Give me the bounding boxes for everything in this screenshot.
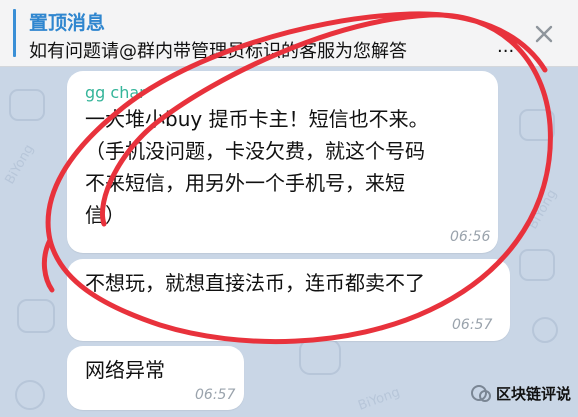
message-text-line: 一大堆小buy 提币卡主！短信也不来。 [85,107,429,131]
message-time: 06:57 [452,317,493,333]
message-text: 网络异常 [85,358,165,382]
svg-text:BiYong: BiYong [356,385,402,414]
message-time: 06:57 [195,387,236,403]
message-text: 不想玩，就想直接法币，连币都卖不了 [85,271,425,295]
pinned-message-bar[interactable]: 置顶消息 如有问题请@群内带管理员标识的客服为您解答 ... [0,0,578,67]
message-text-line: 不来短信，用另外一个手机号，来短 [85,171,405,195]
message-text-line: （手机没问题，卡没欠费，就这个号码 [85,139,425,163]
message-bubble[interactable]: 不想玩，就想直接法币，连币都卖不了 06:57 [67,259,510,341]
pinned-title: 置顶消息 [29,12,106,34]
wechat-channel-icon [471,385,491,402]
message-bubble[interactable]: gg char 一大堆小buy 提币卡主！短信也不来。 （手机没问题，卡没欠费，… [67,71,498,253]
message-text-line: 信） [85,203,125,227]
message-bubble[interactable]: 网络异常 06:57 [67,346,244,410]
pinned-accent-line [13,9,16,57]
pinned-ellipsis: ... [497,36,515,57]
message-time: 06:56 [450,229,491,245]
svg-text:BiYong: BiYong [525,187,560,232]
watermark-text: 区块链评说 [496,385,572,403]
pinned-text: 如有问题请@群内带管理员标识的客服为您解答 [29,41,407,62]
sender-name[interactable]: gg char [85,83,146,102]
close-icon[interactable] [528,18,560,50]
svg-text:BiYong: BiYong [2,142,37,187]
